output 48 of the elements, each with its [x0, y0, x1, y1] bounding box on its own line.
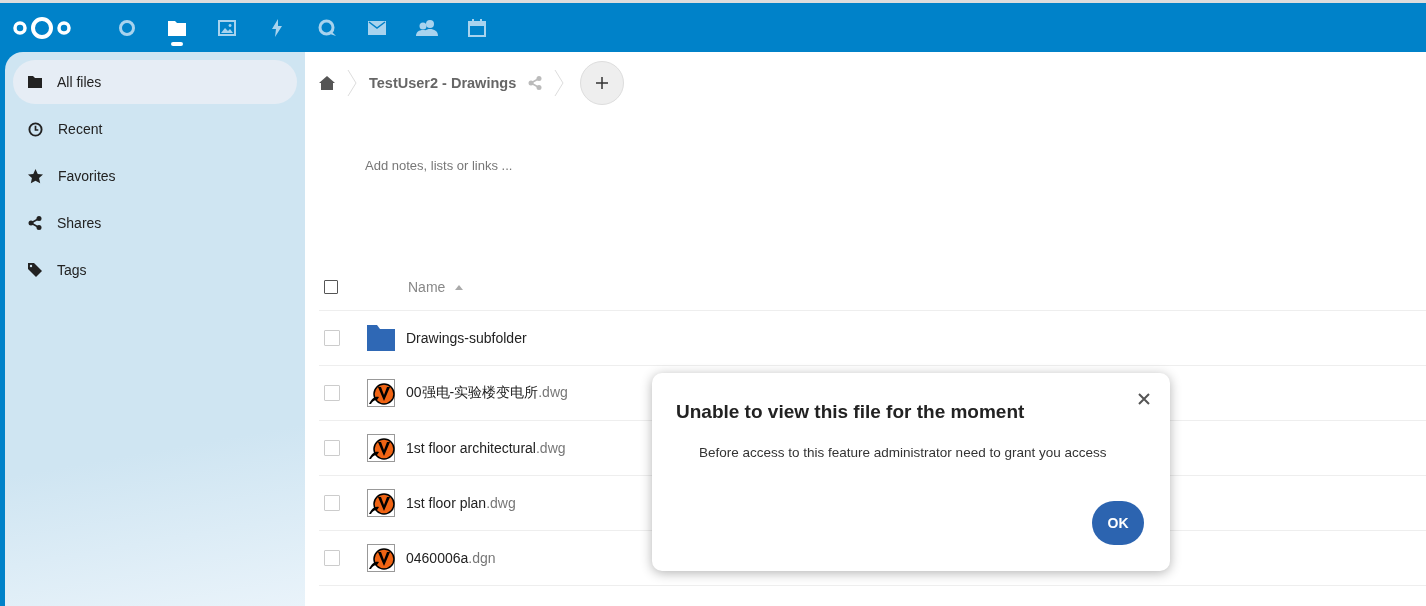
file-name[interactable]: 1st floor architectural.dwg — [406, 440, 566, 456]
folder-icon — [28, 76, 42, 88]
sidebar-item[interactable]: Tags — [13, 248, 297, 292]
share-icon[interactable] — [528, 76, 543, 90]
logo-icon[interactable] — [12, 15, 72, 40]
mail-icon — [368, 20, 386, 35]
close-icon[interactable] — [1138, 393, 1150, 405]
star-icon — [28, 168, 43, 184]
dialog-message: Before access to this feature administrator need to grant you access — [699, 445, 1108, 460]
row-checkbox[interactable] — [324, 495, 340, 511]
file-name[interactable]: 00强电-实验楼变电所.dwg — [406, 384, 568, 402]
clock-icon — [28, 121, 43, 137]
row-checkbox[interactable] — [324, 385, 340, 401]
sidebar-item[interactable]: All files — [13, 60, 297, 104]
file-name[interactable]: 1st floor plan.dwg — [406, 495, 516, 511]
sidebar-item[interactable]: Favorites — [13, 154, 297, 198]
new-button[interactable] — [580, 61, 625, 105]
sidebar-item[interactable]: Recent — [13, 107, 297, 151]
folder-icon — [168, 19, 186, 36]
image-icon — [218, 19, 236, 36]
sidebar-item[interactable]: Shares — [13, 201, 297, 245]
row-checkbox[interactable] — [324, 440, 340, 456]
dialog-title: Unable to view this file for the moment — [676, 401, 1026, 423]
circle-icon — [118, 18, 136, 37]
people-icon — [416, 18, 438, 37]
share-icon — [28, 216, 42, 230]
lightning-icon — [271, 18, 283, 37]
sort-ascending-icon[interactable] — [455, 284, 464, 290]
tag-icon — [28, 263, 42, 277]
file-type-icon — [367, 489, 395, 517]
chevron-icon — [347, 69, 357, 97]
file-name[interactable]: Drawings-subfolder — [406, 330, 527, 346]
file-type-icon — [367, 379, 395, 407]
file-type-icon — [367, 434, 395, 462]
chat-bubble-icon — [318, 18, 336, 37]
chevron-icon — [554, 69, 565, 97]
select-all-checkbox[interactable] — [324, 280, 338, 294]
ok-button[interactable]: OK — [1092, 501, 1144, 545]
plus-icon — [596, 77, 609, 89]
breadcrumb-folder[interactable]: TestUser2 - Drawings — [369, 75, 517, 91]
home-icon[interactable] — [319, 76, 335, 90]
row-checkbox[interactable] — [324, 330, 340, 346]
file-name[interactable]: 0460006a.dgn — [406, 550, 496, 566]
name-column-header[interactable]: Name — [408, 279, 446, 295]
row-checkbox[interactable] — [324, 550, 340, 566]
folder-icon — [367, 325, 395, 351]
calendar-icon — [468, 18, 486, 37]
file-type-icon — [367, 544, 395, 572]
